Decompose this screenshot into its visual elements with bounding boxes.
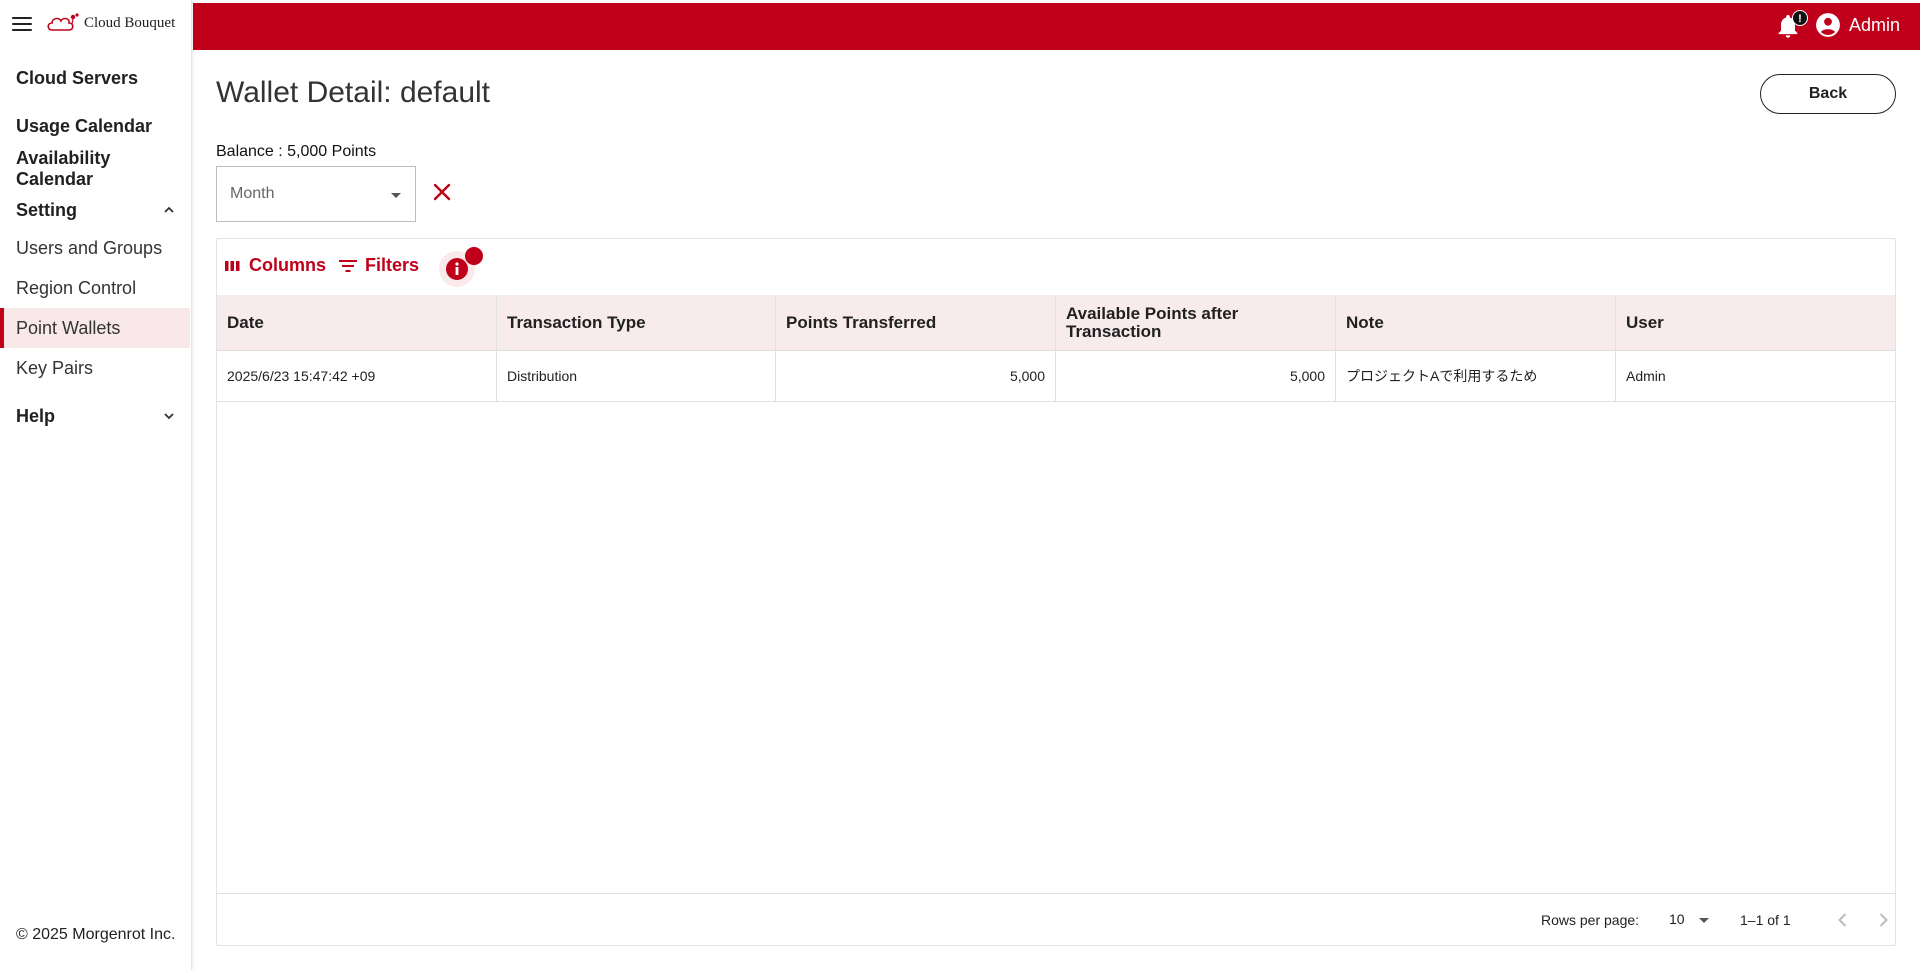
columns-icon	[225, 260, 240, 271]
columns-label: Columns	[249, 255, 327, 275]
cell-note: プロジェクトAで利用するため	[1336, 351, 1616, 401]
column-header-available-points[interactable]: Available Points after Transaction	[1056, 295, 1336, 351]
filters-label: Filters	[365, 255, 420, 275]
sidebar-item-region-control[interactable]: Region Control	[0, 268, 190, 308]
sidebar-item-setting-label: Setting	[16, 200, 77, 220]
menu-icon[interactable]	[12, 17, 32, 33]
sidebar: Cloud Bouquet Cloud Servers Usage Calend…	[0, 0, 192, 970]
sidebar-item-setting[interactable]: Setting	[0, 192, 190, 228]
transactions-grid: Columns Filters Date Transaction Type Po…	[216, 238, 1896, 946]
account-circle-icon	[1816, 13, 1840, 37]
sidebar-item-availability-calendar[interactable]: Availability Calendar	[0, 146, 150, 190]
cell-date: 2025/6/23 15:47:42 +09	[217, 351, 497, 401]
sidebar-item-usage-calendar[interactable]: Usage Calendar	[0, 108, 190, 144]
info-badge-dot	[465, 247, 483, 265]
month-select[interactable]: Month	[216, 166, 416, 222]
pagination-range: 1–1 of 1	[1740, 912, 1791, 928]
top-bar: ! Admin	[193, 3, 1920, 50]
copyright: © 2025 Morgenrot Inc.	[16, 926, 176, 943]
filter-icon	[339, 259, 357, 272]
logo-bar: Cloud Bouquet	[0, 0, 192, 50]
month-select-placeholder: Month	[230, 185, 275, 202]
rows-per-page-value: 10	[1669, 911, 1685, 927]
logo[interactable]: Cloud Bouquet	[46, 12, 175, 34]
filters-button[interactable]: Filters	[339, 255, 419, 276]
caret-down-icon	[391, 193, 401, 198]
cell-transaction-type: Distribution	[497, 351, 776, 401]
sidebar-item-cloud-servers[interactable]: Cloud Servers	[0, 60, 190, 96]
notification-button[interactable]: !	[1774, 10, 1808, 40]
chevron-right-icon[interactable]	[1869, 906, 1897, 934]
chevron-up-icon	[164, 206, 174, 213]
notification-badge: !	[1792, 10, 1808, 26]
chevron-down-icon	[164, 413, 174, 420]
cell-available-points: 5,000	[1056, 351, 1336, 401]
caret-down-icon	[1699, 918, 1709, 923]
sidebar-item-help[interactable]: Help	[0, 396, 190, 436]
sidebar-item-help-label: Help	[16, 406, 56, 426]
logo-text: Cloud Bouquet	[84, 14, 176, 31]
rows-per-page-select[interactable]: 10	[1661, 906, 1717, 934]
chevron-left-icon[interactable]	[1829, 906, 1857, 934]
user-menu[interactable]: Admin	[1815, 12, 1900, 38]
column-header-points-transferred[interactable]: Points Transferred	[776, 295, 1056, 351]
sidebar-nav: Cloud Servers Usage Calendar Availabilit…	[0, 60, 190, 436]
columns-button[interactable]: Columns	[225, 255, 326, 276]
close-icon[interactable]	[430, 180, 454, 204]
cell-user: Admin	[1626, 368, 1666, 384]
balance-text: Balance : 5,000 Points	[216, 143, 377, 160]
sidebar-item-users-and-groups[interactable]: Users and Groups	[0, 228, 190, 268]
page-title: Wallet Detail: default	[216, 76, 491, 109]
sidebar-item-key-pairs[interactable]: Key Pairs	[0, 348, 190, 388]
cell-points-transferred: 5,000	[776, 351, 1056, 401]
user-name: Admin	[1848, 14, 1900, 35]
column-header-transaction-type[interactable]: Transaction Type	[497, 295, 776, 351]
column-header-date[interactable]: Date	[217, 295, 497, 351]
cloud-bouquet-logo-icon	[47, 13, 79, 31]
table-header: Date Transaction Type Points Transferred…	[217, 295, 1895, 351]
sidebar-item-point-wallets[interactable]: Point Wallets	[0, 308, 190, 348]
grid-toolbar: Columns Filters	[217, 239, 1895, 295]
table-row[interactable]: 2025/6/23 15:47:42 +09 Distribution 5,00…	[217, 351, 1895, 402]
column-header-note[interactable]: Note	[1336, 295, 1616, 351]
column-header-user[interactable]: User	[1616, 295, 1895, 351]
rows-per-page-label: Rows per page:	[1541, 912, 1640, 928]
back-button[interactable]: Back	[1760, 74, 1896, 114]
pagination: Rows per page: 10 1–1 of 1	[217, 893, 1895, 945]
